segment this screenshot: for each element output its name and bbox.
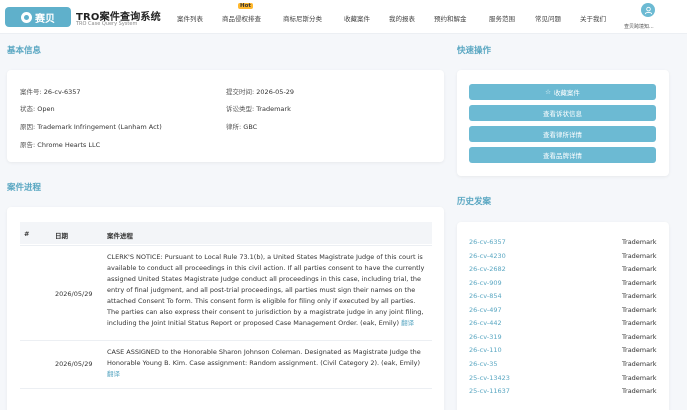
cause-value: Trademark Infringement (Lanham Act) (37, 123, 162, 131)
view-complaint-button[interactable]: 查看诉状信息 (469, 105, 656, 121)
case-number-value: 26-cv-6357 (43, 88, 81, 96)
view-complaint-label: 查看诉状信息 (543, 110, 582, 118)
cause-label: 原因: (20, 123, 36, 131)
user-icon (644, 6, 652, 14)
nav-settlement-booking[interactable]: 预约和解金 (434, 13, 467, 23)
row-1-date: 2026/05/29 (55, 290, 93, 298)
history-case-type: Trademark (622, 346, 657, 354)
history-case-link[interactable]: 25-cv-13423 (469, 374, 510, 382)
basic-info-title: 基本信息 (7, 46, 42, 56)
history-case-type: Trademark (622, 333, 657, 341)
logo-icon (21, 11, 32, 23)
history-case-link[interactable]: 26-cv-442 (469, 319, 502, 327)
history-case-type: Trademark (622, 319, 657, 327)
row-divider (20, 245, 432, 246)
user-name[interactable]: 查贝跨境知... (624, 23, 654, 30)
quick-actions-title: 快速操作 (457, 46, 492, 56)
favorite-case-label: 收藏案件 (553, 89, 580, 97)
history-case-link[interactable]: 26-cv-110 (469, 346, 502, 354)
history-case-link[interactable]: 26-cv-909 (469, 279, 502, 287)
row-divider (20, 340, 432, 341)
plaintiff-label: 原告: (20, 141, 36, 149)
favorite-case-button[interactable]: ☆ 收藏案件 (469, 84, 656, 100)
case-number-field: 案件号: 26-cv-6357 (20, 86, 81, 96)
history-case-link[interactable]: 26-cv-2682 (469, 265, 506, 273)
history-case-type: Trademark (622, 360, 657, 368)
column-date: 日期 (55, 232, 68, 240)
cause-field: 原因: Trademark Infringement (Lanham Act) (20, 121, 162, 131)
row-1-translate-link[interactable]: 翻译 (401, 319, 414, 327)
logo[interactable]: 赛贝 (5, 7, 71, 27)
nav-product-infringement-check[interactable]: 商品侵权排查 (222, 13, 261, 23)
status-value: Open (37, 105, 55, 113)
star-icon: ☆ (545, 88, 551, 96)
row-1-progress-text: CLERK'S NOTICE: Pursuant to Local Rule 7… (107, 252, 427, 329)
hot-badge: Hot (238, 3, 254, 9)
view-law-firm-label: 查看律所详情 (543, 131, 582, 139)
row-divider (20, 388, 432, 389)
law-firm-label: 律所: (226, 123, 242, 131)
view-brand-button[interactable]: 查看品牌详情 (469, 147, 656, 163)
history-case-type: Trademark (622, 279, 657, 287)
history-case-link[interactable]: 26-cv-4230 (469, 252, 506, 260)
column-index: # (24, 230, 30, 238)
history-case-type: Trademark (622, 265, 657, 273)
nav-nice-classification[interactable]: 商标尼斯分类 (283, 13, 322, 23)
law-firm-value: GBC (243, 123, 258, 131)
case-number-label: 案件号: (20, 88, 42, 96)
history-case-link[interactable]: 26-cv-497 (469, 306, 502, 314)
history-case-link[interactable]: 26-cv-6357 (469, 238, 506, 246)
history-case-type: Trademark (622, 238, 657, 246)
status-field: 状态: Open (20, 103, 55, 113)
nav-faq[interactable]: 常见问题 (535, 13, 561, 23)
history-case-link[interactable]: 26-cv-35 (469, 360, 497, 368)
avatar[interactable] (641, 3, 655, 17)
history-case-type: Trademark (622, 387, 657, 395)
history-case-link[interactable]: 26-cv-319 (469, 333, 502, 341)
submit-time-field: 提交时间: 2026-05-29 (226, 86, 294, 96)
view-brand-label: 查看品牌详情 (543, 152, 582, 160)
row-2-translate-link[interactable]: 翻译 (107, 370, 120, 378)
nav-about-us[interactable]: 关于我们 (580, 13, 606, 23)
litigation-type-label: 诉讼类型: (226, 105, 255, 113)
nav-service-scope[interactable]: 服务范围 (489, 13, 515, 23)
history-case-link[interactable]: 25-cv-11637 (469, 387, 510, 395)
submit-time-value: 2026-05-29 (256, 88, 295, 96)
plaintiff-value: Chrome Hearts LLC (37, 141, 101, 149)
litigation-type-value: Trademark (256, 105, 291, 113)
row-2-progress-text: CASE ASSIGNED to the Honorable Sharon Jo… (107, 347, 427, 380)
plaintiff-field: 原告: Chrome Hearts LLC (20, 139, 100, 149)
nav-my-reports[interactable]: 我的报表 (389, 13, 415, 23)
history-title: 历史发案 (457, 197, 492, 207)
nav-case-list[interactable]: 案件列表 (177, 13, 203, 23)
history-case-type: Trademark (622, 374, 657, 382)
top-header: 赛贝 TRO案件查询系统 TRO Case Query System 案件列表 … (0, 0, 687, 34)
litigation-type-field: 诉讼类型: Trademark (226, 103, 291, 113)
case-progress-title: 案件进程 (7, 183, 42, 193)
history-case-type: Trademark (622, 252, 657, 260)
history-case-type: Trademark (622, 306, 657, 314)
row-2-date: 2026/05/29 (55, 360, 93, 368)
history-case-link[interactable]: 26-cv-854 (469, 292, 502, 300)
brand-subtitle: TRO Case Query System (76, 21, 138, 27)
history-case-type: Trademark (622, 292, 657, 300)
row-1-text: CLERK'S NOTICE: Pursuant to Local Rule 7… (107, 253, 425, 327)
progress-table-header (20, 222, 432, 244)
nav-favorite-cases[interactable]: 收藏案件 (344, 13, 370, 23)
status-label: 状态: (20, 105, 36, 113)
logo-text: 赛贝 (35, 13, 55, 25)
column-progress: 案件进程 (107, 232, 133, 240)
view-law-firm-button[interactable]: 查看律所详情 (469, 126, 656, 142)
law-firm-field: 律所: GBC (226, 121, 257, 131)
row-2-text: CASE ASSIGNED to the Honorable Sharon Jo… (107, 348, 421, 367)
submit-time-label: 提交时间: (226, 88, 255, 96)
